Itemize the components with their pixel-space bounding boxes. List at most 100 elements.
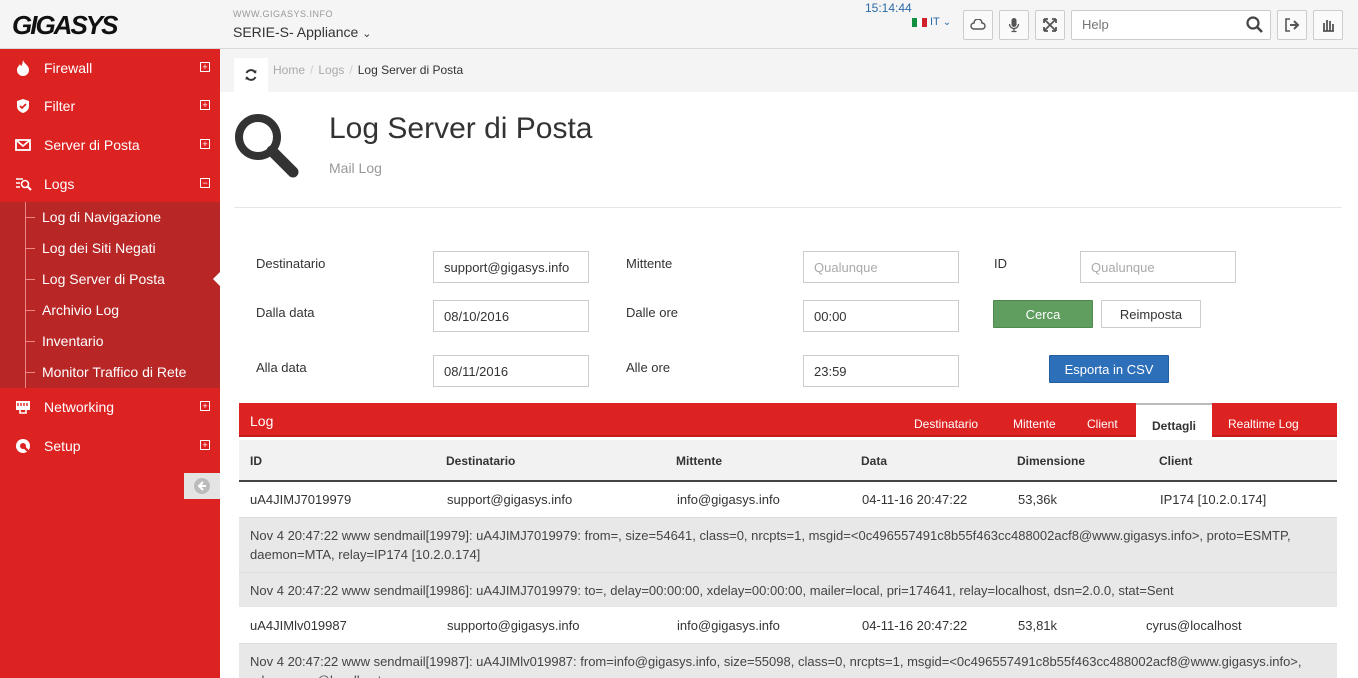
alle-ore-input[interactable]	[803, 355, 959, 387]
help-search[interactable]	[1071, 10, 1271, 40]
log-search-icon	[14, 175, 32, 193]
breadcrumb-separator: /	[310, 63, 314, 77]
search-button[interactable]: Cerca	[993, 300, 1093, 328]
sidebar-item-filter[interactable]: Filter +	[0, 87, 220, 125]
sidebar-item-setup[interactable]: Setup +	[0, 427, 220, 465]
chevron-down-icon: ⌄	[362, 28, 372, 40]
column-header-destinatario[interactable]: Destinatario	[446, 454, 515, 468]
submenu-item-log-dei-siti-negati[interactable]: Log dei Siti Negati	[25, 233, 220, 264]
sidebar-item-logs[interactable]: Logs −	[0, 165, 220, 203]
tree-branch	[25, 248, 35, 249]
cell-mittente: info@gigasys.info	[677, 618, 780, 633]
breadcrumb-logs[interactable]: Logs	[318, 63, 344, 77]
submenu-item-archivio-log[interactable]: Archivio Log	[25, 295, 220, 326]
logs-submenu: Log di Navigazione Log dei Siti Negati L…	[0, 202, 220, 388]
sidebar-item-label: Filter	[44, 98, 76, 114]
hand-icon	[1323, 20, 1334, 32]
clock: 15:14:44	[865, 1, 912, 15]
cell-mittente: info@gigasys.info	[677, 492, 780, 507]
top-bar: GIGASYS WWW.GIGASYS.INFO SERIE-S- Applia…	[0, 0, 1358, 49]
breadcrumb-separator: /	[349, 63, 353, 77]
mittente-input[interactable]	[803, 251, 959, 283]
reset-button[interactable]: Reimposta	[1101, 300, 1201, 328]
submenu-label: Log dei Siti Negati	[42, 240, 156, 256]
sidebar-collapse-button[interactable]	[184, 473, 220, 499]
column-header-mittente[interactable]: Mittente	[676, 454, 722, 468]
sidebar-item-server-di-posta[interactable]: Server di Posta +	[0, 126, 220, 164]
submenu-label: Monitor Traffico di Rete	[42, 364, 187, 380]
id-label: ID	[994, 256, 1007, 271]
cell-destinatario: support@gigasys.info	[447, 492, 573, 507]
column-header-id[interactable]: ID	[250, 454, 262, 468]
submenu-label: Inventario	[42, 333, 104, 349]
cell-data: 04-11-16 20:47:22	[862, 492, 968, 507]
sidebar-item-networking[interactable]: Networking +	[0, 388, 220, 426]
tab-dettagli[interactable]: Dettagli	[1136, 403, 1213, 437]
submenu-item-log-di-navigazione[interactable]: Log di Navigazione	[25, 202, 220, 233]
sign-language-button[interactable]	[1313, 10, 1343, 40]
table-row[interactable]: uA4JIMJ7019979 support@gigasys.info info…	[239, 482, 1337, 516]
sidebar-item-label: Logs	[44, 176, 75, 192]
cell-id: uA4JIMlv019987	[250, 618, 347, 633]
tree-branch	[25, 310, 35, 311]
microphone-icon	[1008, 18, 1020, 33]
expand-icon[interactable]: +	[200, 62, 210, 72]
fullscreen-button[interactable]	[1035, 10, 1065, 40]
export-csv-button[interactable]: Esporta in CSV	[1049, 355, 1169, 383]
help-input[interactable]	[1082, 17, 1242, 32]
tab-mittente[interactable]: Mittente	[1013, 417, 1056, 431]
breadcrumb: Home / Logs / Log Server di Posta	[273, 63, 463, 77]
id-input[interactable]	[1080, 251, 1236, 283]
expand-icon[interactable]: +	[200, 401, 210, 411]
sidebar-item-firewall[interactable]: Firewall +	[0, 49, 220, 87]
submenu-item-log-server-di-posta[interactable]: Log Server di Posta	[25, 264, 220, 295]
log-detail-text: Nov 4 20:47:22 www sendmail[19986]: uA4J…	[250, 583, 1174, 598]
chevron-down-icon: ⌄	[942, 16, 952, 28]
log-panel-header: Log Destinatario Mittente Client Dettagl…	[239, 403, 1337, 437]
language-selector[interactable]: IT ⌄	[912, 16, 951, 28]
expand-icon[interactable]: +	[200, 440, 210, 450]
tree-branch	[25, 372, 35, 373]
cloud-button[interactable]	[963, 10, 993, 40]
breadcrumb-home[interactable]: Home	[273, 63, 305, 77]
dalla-data-input[interactable]	[433, 300, 589, 332]
sidebar-item-label: Networking	[44, 399, 115, 415]
dalle-ore-input[interactable]	[803, 300, 959, 332]
appliance-name: SERIE-S- Appliance	[233, 24, 359, 40]
microphone-button[interactable]	[999, 10, 1029, 40]
log-detail-line: Nov 4 20:47:22 www sendmail[19986]: uA4J…	[239, 572, 1337, 607]
tab-client[interactable]: Client	[1087, 417, 1118, 431]
appliance-selector[interactable]: SERIE-S- Appliance ⌄	[233, 24, 371, 40]
tree-branch	[25, 341, 35, 342]
logo[interactable]: GIGASYS	[12, 10, 118, 41]
column-header-client[interactable]: Client	[1159, 454, 1192, 468]
mittente-label: Mittente	[626, 256, 673, 271]
tree-branch	[25, 217, 35, 218]
submenu-label: Archivio Log	[42, 302, 120, 318]
page-subtitle: Mail Log	[329, 160, 382, 176]
logout-button[interactable]	[1277, 10, 1307, 40]
cell-dimensione: 53,36k	[1018, 492, 1058, 507]
cell-data: 04-11-16 20:47:22	[862, 618, 968, 633]
submenu-label: Log di Navigazione	[42, 209, 162, 225]
cell-client: IP174 [10.2.0.174]	[1160, 492, 1267, 507]
magnifier-icon	[235, 114, 299, 178]
refresh-button[interactable]	[234, 58, 268, 92]
appliance-url: WWW.GIGASYS.INFO	[233, 9, 333, 19]
dalla-data-label: Dalla data	[256, 305, 315, 320]
expand-icon[interactable]: +	[200, 100, 210, 110]
column-header-dimensione[interactable]: Dimensione	[1017, 454, 1085, 468]
tab-destinatario[interactable]: Destinatario	[914, 417, 978, 431]
tab-realtime-log[interactable]: Realtime Log	[1228, 417, 1299, 431]
destinatario-input[interactable]	[433, 251, 589, 283]
search-icon[interactable]	[1245, 15, 1265, 35]
table-row[interactable]: uA4JIMlv019987 supporto@gigasys.info inf…	[239, 608, 1337, 642]
submenu-item-monitor-traffico-di-rete[interactable]: Monitor Traffico di Rete	[25, 357, 220, 388]
column-header-data[interactable]: Data	[861, 454, 887, 468]
fullscreen-icon	[1043, 18, 1057, 32]
collapse-icon[interactable]: −	[200, 178, 210, 188]
submenu-item-inventario[interactable]: Inventario	[25, 326, 220, 357]
log-detail-text: Nov 4 20:47:22 www sendmail[19987]: uA4J…	[250, 654, 1302, 678]
alla-data-input[interactable]	[433, 355, 589, 387]
expand-icon[interactable]: +	[200, 139, 210, 149]
